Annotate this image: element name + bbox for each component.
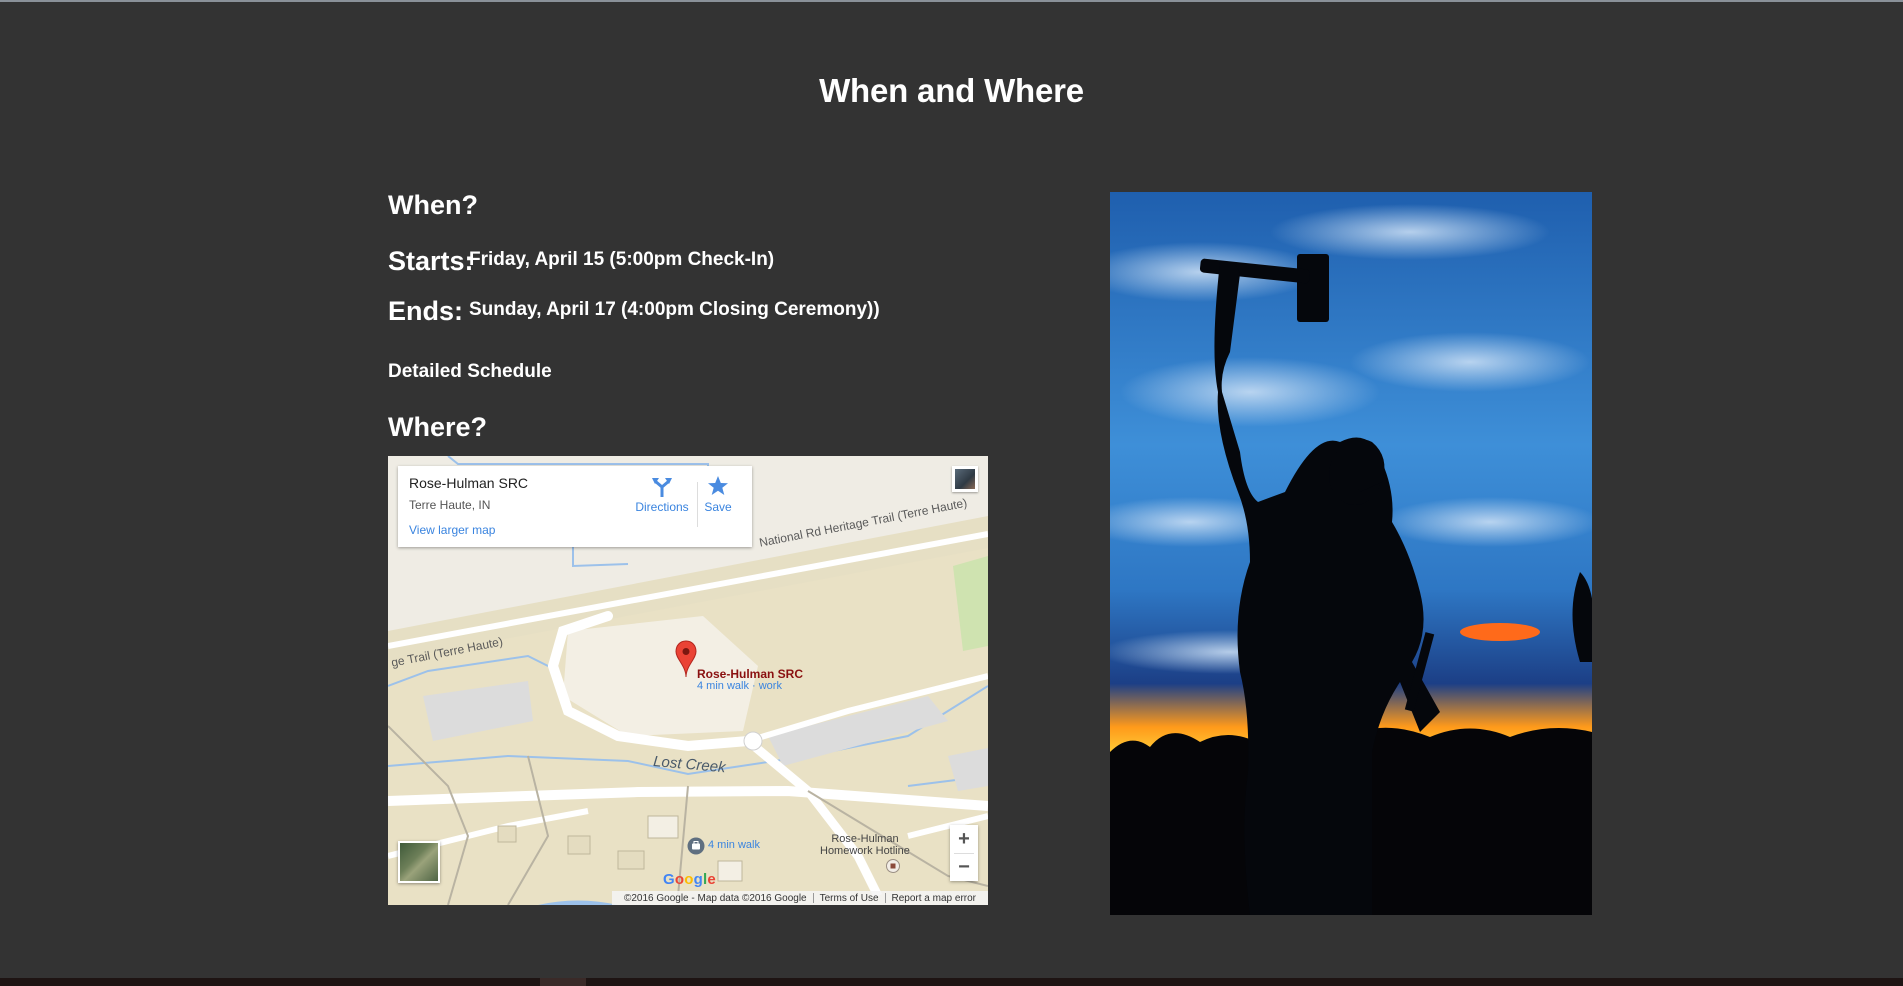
place-name: Rose-Hulman SRC bbox=[409, 475, 529, 491]
blacksmith-statue-photo bbox=[1110, 192, 1592, 915]
zoom-in-button[interactable]: + bbox=[950, 825, 978, 853]
hotline-line-2: Homework Hotline bbox=[820, 845, 910, 857]
map-attribution-bar: ©2016 Google - Map data ©2016 Google Ter… bbox=[611, 891, 988, 905]
marker-sublabel[interactable]: 4 min walk · work bbox=[697, 680, 782, 692]
zoom-out-button[interactable]: − bbox=[950, 853, 978, 881]
directions-button[interactable]: Directions bbox=[630, 472, 694, 514]
marker-label[interactable]: Rose-Hulman SRC bbox=[697, 667, 803, 681]
starts-label: Starts: bbox=[388, 246, 474, 276]
map-avatar-button[interactable] bbox=[952, 466, 978, 492]
poi-icon bbox=[886, 859, 900, 873]
place-address: Terre Haute, IN bbox=[409, 498, 491, 512]
page-title: When and Where bbox=[819, 72, 1084, 109]
terms-of-use-link[interactable]: Terms of Use bbox=[814, 893, 885, 904]
detailed-schedule-link[interactable]: Detailed Schedule bbox=[388, 361, 552, 383]
statue-silhouette-image bbox=[1110, 192, 1592, 915]
place-info-card: Rose-Hulman SRC Terre Haute, IN View lar… bbox=[398, 466, 752, 547]
starts-value: Friday, April 15 (5:00pm Check-In) bbox=[469, 249, 775, 270]
directions-label: Directions bbox=[635, 500, 689, 514]
bottom-section-edge bbox=[0, 978, 1903, 986]
zoom-control: + − bbox=[950, 825, 978, 881]
view-larger-map-link[interactable]: View larger map bbox=[409, 523, 495, 537]
save-label: Save bbox=[704, 500, 732, 514]
walk-time-label: 4 min walk bbox=[708, 839, 760, 851]
where-heading: Where? bbox=[388, 412, 488, 442]
map-attribution: ©2016 Google - Map data ©2016 Google bbox=[623, 892, 807, 904]
save-button[interactable]: Save bbox=[686, 472, 750, 514]
zoom-divider bbox=[954, 853, 974, 854]
star-icon bbox=[708, 476, 728, 495]
embedded-map[interactable]: National Rd Heritage Trail (Terre Haute)… bbox=[388, 456, 988, 905]
map-pin-icon[interactable] bbox=[675, 640, 697, 678]
report-map-error-link[interactable]: Report a map error bbox=[886, 893, 982, 904]
directions-icon bbox=[652, 478, 672, 497]
hotline-label: Rose-Hulman Homework Hotline bbox=[820, 833, 910, 857]
top-border bbox=[0, 0, 1903, 2]
hotline-line-1: Rose-Hulman bbox=[831, 833, 899, 845]
avatar-image bbox=[955, 469, 975, 489]
ends-value: Sunday, April 17 (4:00pm Closing Ceremon… bbox=[469, 299, 880, 320]
google-logo: Google bbox=[663, 871, 716, 888]
bottom-edge-mark bbox=[540, 978, 586, 986]
briefcase-icon bbox=[687, 837, 705, 855]
satellite-toggle[interactable] bbox=[398, 841, 440, 883]
when-heading: When? bbox=[388, 190, 478, 220]
ends-label: Ends: bbox=[388, 296, 464, 326]
